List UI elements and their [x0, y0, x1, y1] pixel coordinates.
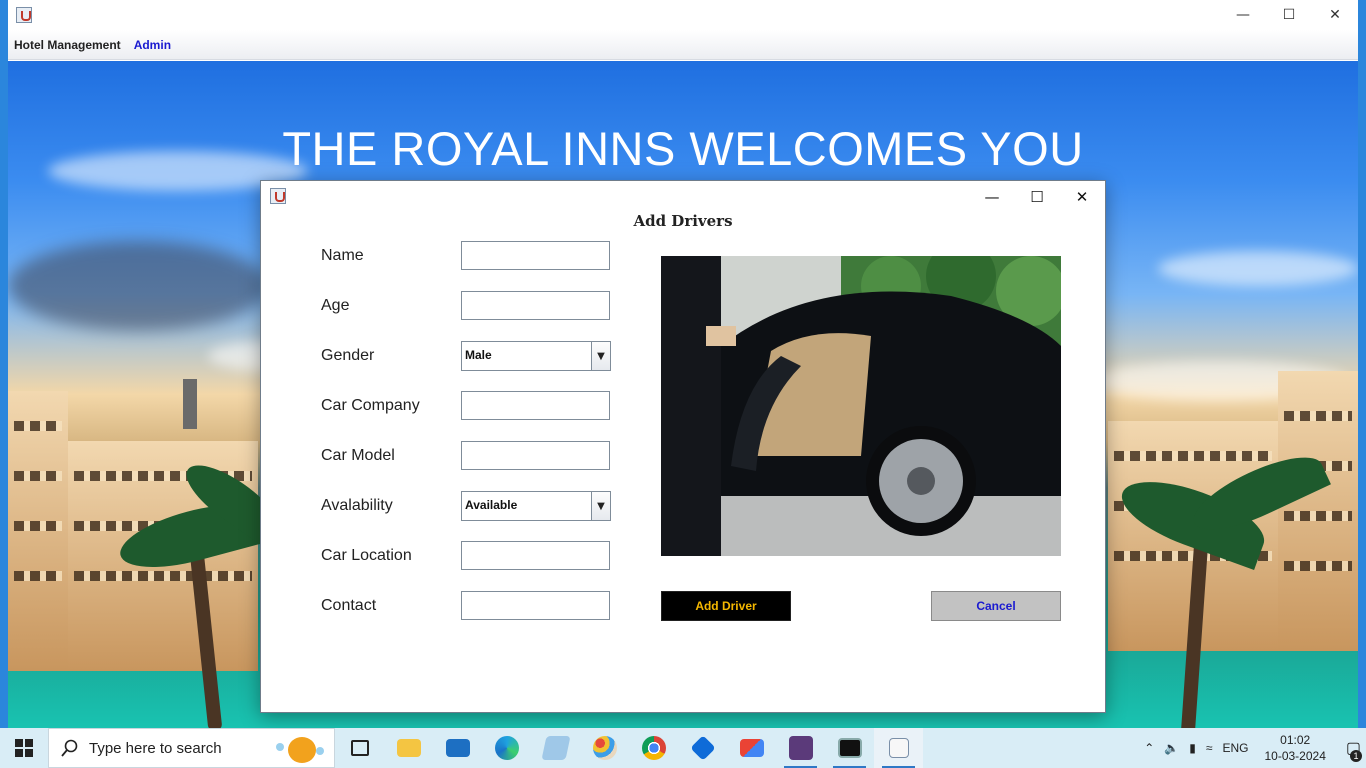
folder-icon: [396, 739, 421, 757]
car-model-label: Car Model: [321, 447, 395, 464]
add-drivers-dialog: — ☐ ✕ Add Drivers Name Age Gender Male ▼…: [260, 180, 1106, 713]
gmail-button[interactable]: [727, 728, 776, 768]
paint-button[interactable]: [580, 728, 629, 768]
close-button[interactable]: ✕: [1312, 0, 1358, 30]
name-field[interactable]: [461, 241, 610, 270]
contact-field[interactable]: [461, 591, 610, 620]
chrome-icon: [641, 736, 666, 760]
dialog-close-button[interactable]: ✕: [1059, 183, 1105, 211]
menu-hotel-management[interactable]: Hotel Management: [14, 38, 121, 52]
name-label: Name: [321, 247, 364, 264]
file-explorer-button[interactable]: [384, 728, 433, 768]
clock-date: 10-03-2024: [1264, 749, 1326, 763]
clock[interactable]: 01:02 10-03-2024: [1259, 732, 1330, 764]
chauffeur-car-image: [661, 256, 1061, 556]
edge-icon: [494, 736, 519, 760]
start-button[interactable]: [0, 728, 48, 768]
add-driver-button[interactable]: Add Driver: [661, 591, 791, 621]
car-location-label: Car Location: [321, 547, 412, 564]
task-view-icon: [350, 740, 369, 756]
wifi-icon[interactable]: ≈: [1206, 741, 1213, 755]
notepad-icon: [540, 736, 571, 760]
main-titlebar[interactable]: — ☐ ✕: [8, 0, 1358, 30]
notification-icon[interactable]: ▢ 1: [1346, 738, 1362, 762]
maximize-button[interactable]: ☐: [1266, 0, 1312, 30]
desktop-edge-right: [1358, 0, 1366, 728]
taskbar-search-box[interactable]: Type here to search: [48, 728, 335, 768]
desktop-edge-left: [0, 0, 8, 728]
gender-selected-value: Male: [465, 348, 492, 362]
windows-icon: [15, 739, 33, 757]
chrome-button[interactable]: [629, 728, 678, 768]
menu-admin[interactable]: Admin: [134, 38, 171, 52]
menu-bar: Hotel Management Admin: [8, 30, 1358, 60]
teamviewer-button[interactable]: [678, 728, 727, 768]
clock-time: 01:02: [1280, 733, 1311, 747]
system-tray: ⌃ 🔈 ▮ ≈ ENG 01:02 10-03-2024 ▢ 1: [1139, 728, 1366, 768]
car-model-field[interactable]: [461, 441, 610, 470]
java-icon: [888, 738, 909, 758]
gender-label: Gender: [321, 347, 375, 364]
mail-icon: [445, 739, 470, 757]
paint-palette-icon: [592, 736, 617, 760]
search-icon: [61, 739, 78, 757]
dialog-heading: Add Drivers: [633, 212, 733, 230]
dialog-minimize-button[interactable]: —: [969, 183, 1015, 211]
welcome-headline: THE ROYAL INNS WELCOMES YOU: [282, 122, 1084, 175]
availability-selected-value: Available: [465, 498, 518, 512]
availability-label: Avalability: [321, 497, 393, 514]
mail-button[interactable]: [433, 728, 482, 768]
chevron-down-icon[interactable]: ▼: [591, 492, 610, 520]
cancel-button[interactable]: Cancel: [931, 591, 1061, 621]
chevron-down-icon[interactable]: ▼: [591, 342, 610, 370]
speaker-icon[interactable]: 🔈: [1164, 741, 1179, 755]
gmail-icon: [739, 739, 764, 757]
age-label: Age: [321, 297, 350, 314]
game-button[interactable]: [776, 728, 825, 768]
car-location-field[interactable]: [461, 541, 610, 570]
mysql-button[interactable]: [825, 728, 874, 768]
search-highlight-icon: [274, 733, 326, 765]
notepad-button[interactable]: [531, 728, 580, 768]
minimize-button[interactable]: —: [1220, 0, 1266, 30]
java-dialog-icon: [270, 188, 286, 204]
search-placeholder: Type here to search: [89, 739, 222, 757]
teamviewer-icon: [689, 735, 716, 761]
edge-button[interactable]: [482, 728, 531, 768]
notification-count: 1: [1350, 750, 1362, 762]
battery-icon[interactable]: ▮: [1189, 741, 1196, 755]
terminal-icon: [837, 738, 862, 758]
car-company-field[interactable]: [461, 391, 610, 420]
task-view-button[interactable]: [335, 728, 384, 768]
java-button[interactable]: [874, 728, 923, 768]
gender-dropdown[interactable]: Male ▼: [461, 341, 611, 371]
java-app-icon: [16, 7, 32, 23]
language-indicator[interactable]: ENG: [1222, 741, 1248, 755]
availability-dropdown[interactable]: Available ▼: [461, 491, 611, 521]
taskbar: Type here to search ⌃ 🔈 ▮ ≈ ENG 01:02 10…: [0, 728, 1366, 768]
car-company-label: Car Company: [321, 397, 420, 414]
dialog-maximize-button[interactable]: ☐: [1014, 183, 1060, 211]
chevron-up-icon[interactable]: ⌃: [1144, 741, 1154, 755]
game-icon: [788, 736, 813, 760]
age-field[interactable]: [461, 291, 610, 320]
contact-label: Contact: [321, 597, 377, 614]
